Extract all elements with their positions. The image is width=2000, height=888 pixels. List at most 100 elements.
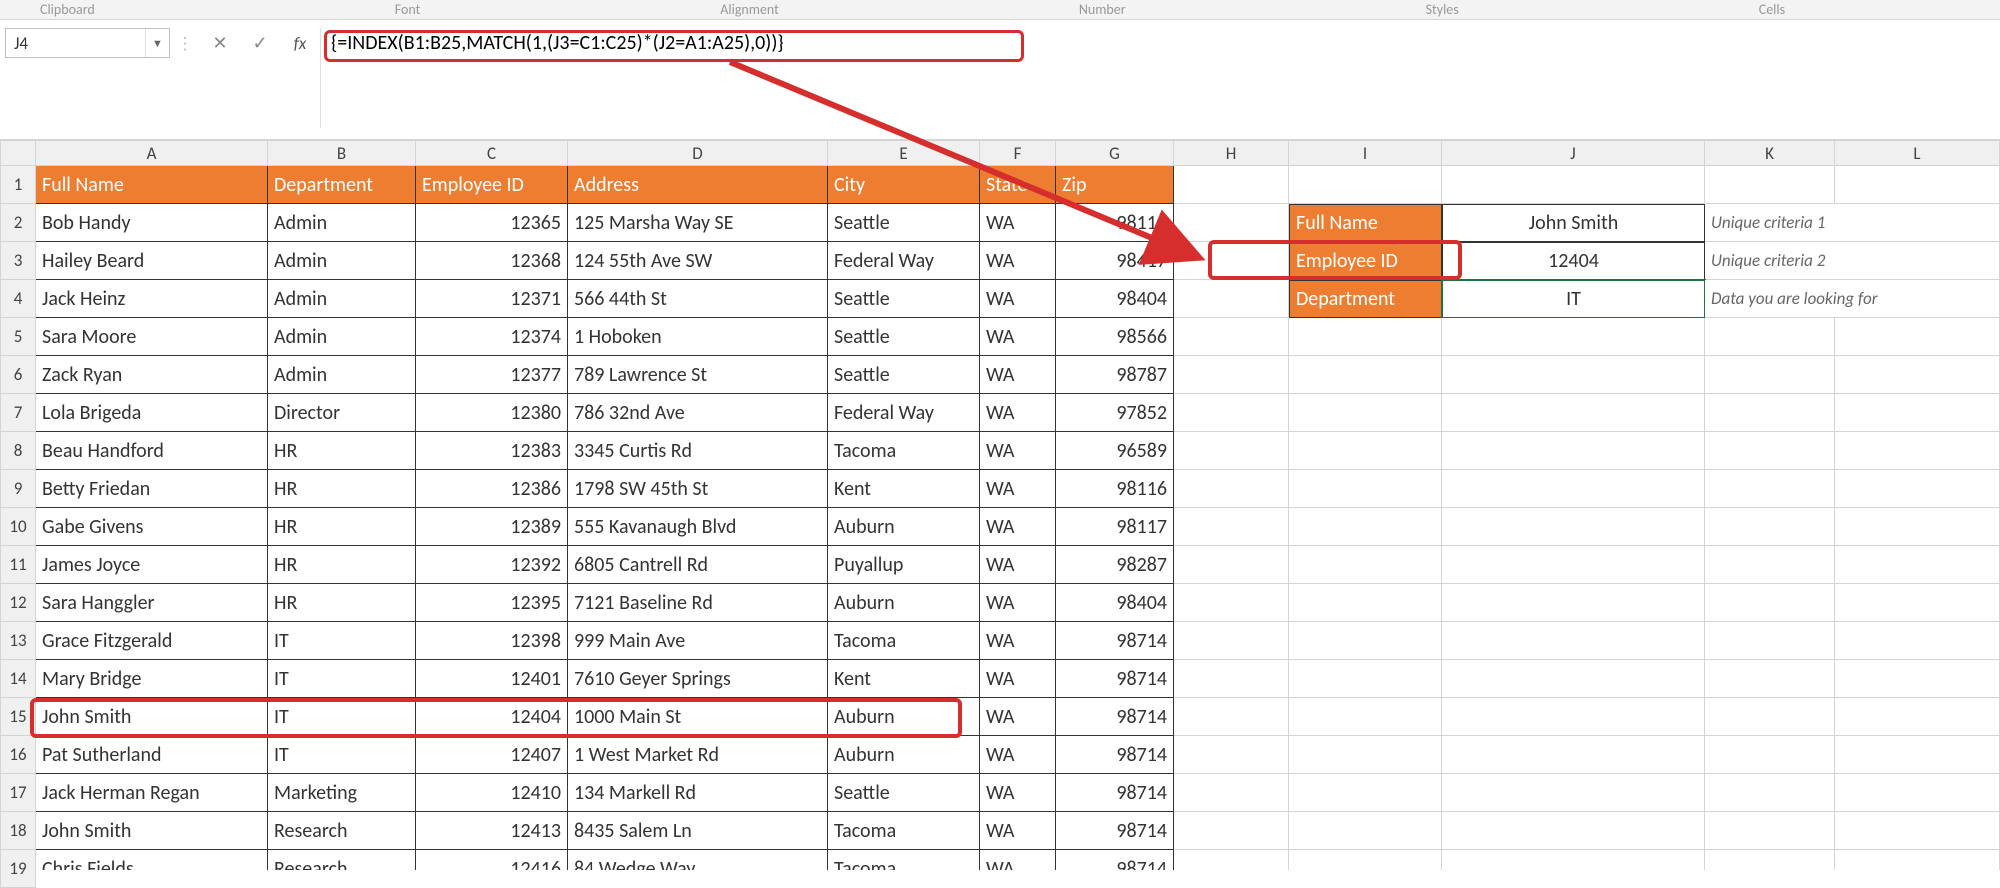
- table-cell[interactable]: WA: [980, 546, 1056, 584]
- cell[interactable]: [1705, 470, 1835, 508]
- table-cell[interactable]: 999 Main Ave: [568, 622, 828, 660]
- table-cell[interactable]: 7121 Baseline Rd: [568, 584, 828, 622]
- table-cell[interactable]: WA: [980, 736, 1056, 774]
- table-cell[interactable]: 98787: [1056, 356, 1174, 394]
- cell[interactable]: [1174, 508, 1289, 546]
- cell[interactable]: [1835, 584, 2000, 622]
- table-cell[interactable]: 12380: [416, 394, 568, 432]
- name-box[interactable]: J4 ▼: [5, 28, 170, 58]
- table-cell[interactable]: 12371: [416, 280, 568, 318]
- cell[interactable]: [1289, 508, 1442, 546]
- cell[interactable]: [1705, 812, 1835, 850]
- table-cell[interactable]: 12410: [416, 774, 568, 812]
- row-header-6[interactable]: 6: [0, 356, 36, 394]
- cell[interactable]: [1442, 318, 1705, 356]
- table-cell[interactable]: WA: [980, 280, 1056, 318]
- table-cell[interactable]: 98287: [1056, 546, 1174, 584]
- cell[interactable]: [1705, 736, 1835, 774]
- table-cell[interactable]: Betty Friedan: [36, 470, 268, 508]
- cell[interactable]: [1442, 508, 1705, 546]
- table-cell[interactable]: IT: [268, 622, 416, 660]
- cell[interactable]: [1174, 204, 1289, 242]
- table-cell[interactable]: 8435 Salem Ln: [568, 812, 828, 850]
- select-all-corner[interactable]: [0, 140, 36, 166]
- cell[interactable]: [1705, 622, 1835, 660]
- row-header-18[interactable]: 18: [0, 812, 36, 850]
- table-cell[interactable]: WA: [980, 622, 1056, 660]
- cell[interactable]: [1705, 850, 1835, 870]
- cell[interactable]: [1174, 774, 1289, 812]
- row-header-15[interactable]: 15: [0, 698, 36, 736]
- table-cell[interactable]: 98714: [1056, 622, 1174, 660]
- lookup-value-dept[interactable]: IT: [1442, 280, 1705, 318]
- col-header-B[interactable]: B: [268, 140, 416, 166]
- lookup-value-fullname[interactable]: John Smith: [1442, 204, 1705, 242]
- formula-input[interactable]: [321, 28, 2000, 58]
- col-header-F[interactable]: F: [980, 140, 1056, 166]
- table-cell[interactable]: Admin: [268, 280, 416, 318]
- table-cell[interactable]: 12392: [416, 546, 568, 584]
- table-cell[interactable]: 98404: [1056, 584, 1174, 622]
- col-header-G[interactable]: G: [1056, 140, 1174, 166]
- table-cell[interactable]: 98714: [1056, 660, 1174, 698]
- cell[interactable]: [1289, 166, 1442, 204]
- cell[interactable]: [1705, 166, 1835, 204]
- table-cell[interactable]: Admin: [268, 204, 416, 242]
- table-cell[interactable]: Auburn: [828, 698, 980, 736]
- row-header-5[interactable]: 5: [0, 318, 36, 356]
- col-header-L[interactable]: L: [1835, 140, 2000, 166]
- cell[interactable]: [1705, 318, 1835, 356]
- row-header-3[interactable]: 3: [0, 242, 36, 280]
- cell[interactable]: [1705, 394, 1835, 432]
- cell[interactable]: [1442, 774, 1705, 812]
- table-cell[interactable]: Tacoma: [828, 622, 980, 660]
- cell[interactable]: [1174, 546, 1289, 584]
- table-cell[interactable]: Zack Ryan: [36, 356, 268, 394]
- table-cell[interactable]: 97852: [1056, 394, 1174, 432]
- table-cell[interactable]: Auburn: [828, 508, 980, 546]
- cell[interactable]: [1835, 546, 2000, 584]
- row-header-16[interactable]: 16: [0, 736, 36, 774]
- table-cell[interactable]: Kent: [828, 470, 980, 508]
- row-header-10[interactable]: 10: [0, 508, 36, 546]
- row-header-7[interactable]: 7: [0, 394, 36, 432]
- table-cell[interactable]: 124 55th Ave SW: [568, 242, 828, 280]
- cell[interactable]: [1174, 432, 1289, 470]
- cell[interactable]: [1835, 356, 2000, 394]
- cell[interactable]: [1174, 584, 1289, 622]
- table-cell[interactable]: Research: [268, 850, 416, 870]
- table-cell[interactable]: 98117: [1056, 508, 1174, 546]
- table-cell[interactable]: WA: [980, 470, 1056, 508]
- table-cell[interactable]: Sara Moore: [36, 318, 268, 356]
- table-cell[interactable]: WA: [980, 584, 1056, 622]
- table-cell[interactable]: Chris Fields: [36, 850, 268, 870]
- cell[interactable]: [1442, 622, 1705, 660]
- cell[interactable]: [1835, 850, 2000, 870]
- table-cell[interactable]: John Smith: [36, 698, 268, 736]
- table-cell[interactable]: Jack Herman Regan: [36, 774, 268, 812]
- table-cell[interactable]: Auburn: [828, 584, 980, 622]
- table-cell[interactable]: 12386: [416, 470, 568, 508]
- table-cell[interactable]: HR: [268, 584, 416, 622]
- table-cell[interactable]: 84 Wedge Way: [568, 850, 828, 870]
- table-cell[interactable]: 12416: [416, 850, 568, 870]
- table-cell[interactable]: WA: [980, 356, 1056, 394]
- cell[interactable]: [1442, 736, 1705, 774]
- table-cell[interactable]: 555 Kavanaugh Blvd: [568, 508, 828, 546]
- cell[interactable]: [1174, 394, 1289, 432]
- name-box-dropdown[interactable]: ▼: [145, 29, 169, 57]
- table-cell[interactable]: 12389: [416, 508, 568, 546]
- table-cell[interactable]: Seattle: [828, 280, 980, 318]
- table-cell[interactable]: 125 Marsha Way SE: [568, 204, 828, 242]
- table-cell[interactable]: HR: [268, 470, 416, 508]
- table-cell[interactable]: Seattle: [828, 774, 980, 812]
- row-header-12[interactable]: 12: [0, 584, 36, 622]
- col-header-D[interactable]: D: [568, 140, 828, 166]
- cell[interactable]: [1174, 356, 1289, 394]
- row-header-8[interactable]: 8: [0, 432, 36, 470]
- cell[interactable]: [1289, 850, 1442, 870]
- table-cell[interactable]: 12395: [416, 584, 568, 622]
- table-cell[interactable]: WA: [980, 204, 1056, 242]
- cell[interactable]: [1174, 622, 1289, 660]
- row-header-9[interactable]: 9: [0, 470, 36, 508]
